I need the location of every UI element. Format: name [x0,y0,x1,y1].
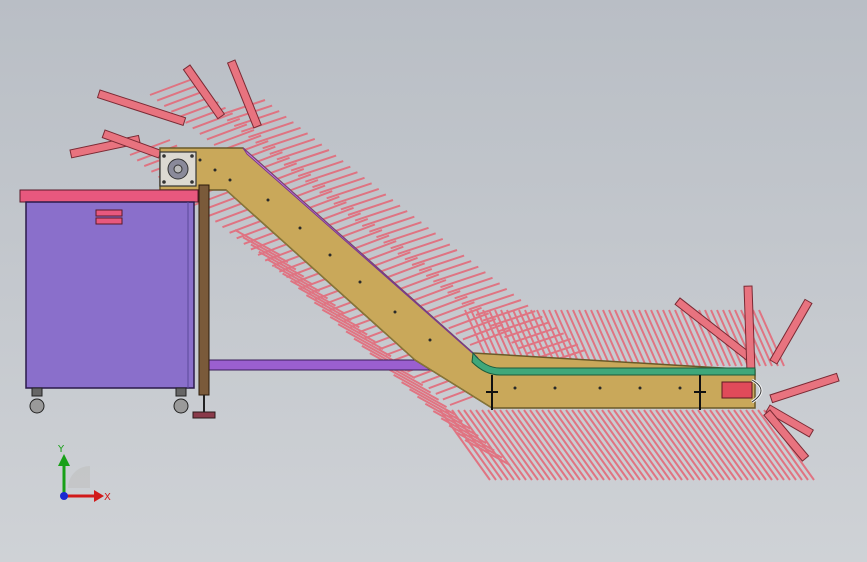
y-axis-arrowhead [58,454,70,466]
cleat-line [376,221,422,239]
cleat-line [269,137,316,155]
cleat-line [447,276,493,294]
x-axis-arrowhead [94,490,104,502]
cleat-line [383,226,429,244]
cleat-line [416,395,463,423]
cleat-line [283,149,330,166]
cleat-line [333,187,380,205]
cleat-line [434,301,475,319]
cleat-line [206,123,248,141]
cad-viewport[interactable]: Y X [0,0,867,562]
cleat-line [219,99,266,116]
cleat-line [319,176,365,194]
cleat-line [149,79,191,96]
cleat-line [404,243,451,261]
cleat-line [454,282,500,300]
cleat-line [398,273,440,291]
cleat-line [401,381,448,408]
cleat-line [337,323,384,351]
cleat-line [345,330,392,358]
cleat-line [377,256,418,274]
cleat-line [433,265,479,283]
drive-motor-head[interactable] [159,151,197,187]
cleat-line [391,267,433,285]
cleat-line [411,249,458,266]
support-post[interactable] [192,184,216,419]
cleat-line [390,232,436,250]
cleat-line [276,143,323,161]
cleat-line [461,287,508,305]
cleat-line [340,193,387,211]
cleat-line [192,112,234,130]
cleat-line [274,265,321,293]
bin-casters [29,387,189,414]
cleat-line [313,301,360,329]
cleat-line [361,210,408,228]
cleat-line [305,165,351,183]
cleat-line [468,293,515,311]
cleat-line [397,237,444,255]
z-axis-dot [60,492,68,500]
cleat-line [242,236,289,264]
cleat-line [262,132,308,150]
cleat-line [156,84,198,102]
cleat-line [241,115,287,133]
support-bar[interactable] [206,359,438,371]
cleat-line [369,215,415,233]
cleat-line [408,388,455,416]
x-axis-label: X [104,492,111,503]
cleat-line [297,160,344,178]
cleat-line [405,279,447,296]
y-axis-label: Y [57,444,65,455]
cleat-line [290,154,337,172]
cleat-line [282,272,329,300]
cleat-line [370,251,411,269]
cleat-line [255,126,301,144]
cleat-line [199,117,241,135]
cleat-line [326,182,372,200]
cleat-line [312,171,358,189]
loose-cleats-head [69,59,262,159]
cleat-line [419,290,461,308]
cleat-line [418,254,465,272]
cleat-line [213,129,255,146]
cleat-line [354,204,401,222]
orientation-triad[interactable]: Y X [57,444,111,503]
cleat-line [426,295,468,313]
conveyor-cleats [129,79,815,481]
cleat-line [305,294,352,322]
cleat-line [347,199,394,216]
cleat-line [362,245,404,263]
chip-bin[interactable] [19,189,199,414]
cleat-line [412,284,454,302]
cleat-line [425,260,472,278]
conveyor-frame[interactable] [159,147,756,410]
cleat-line [163,90,205,108]
cleat-line [440,271,486,289]
cleat-line [384,262,426,280]
conveyor-model-canvas[interactable]: Y X [0,0,867,562]
